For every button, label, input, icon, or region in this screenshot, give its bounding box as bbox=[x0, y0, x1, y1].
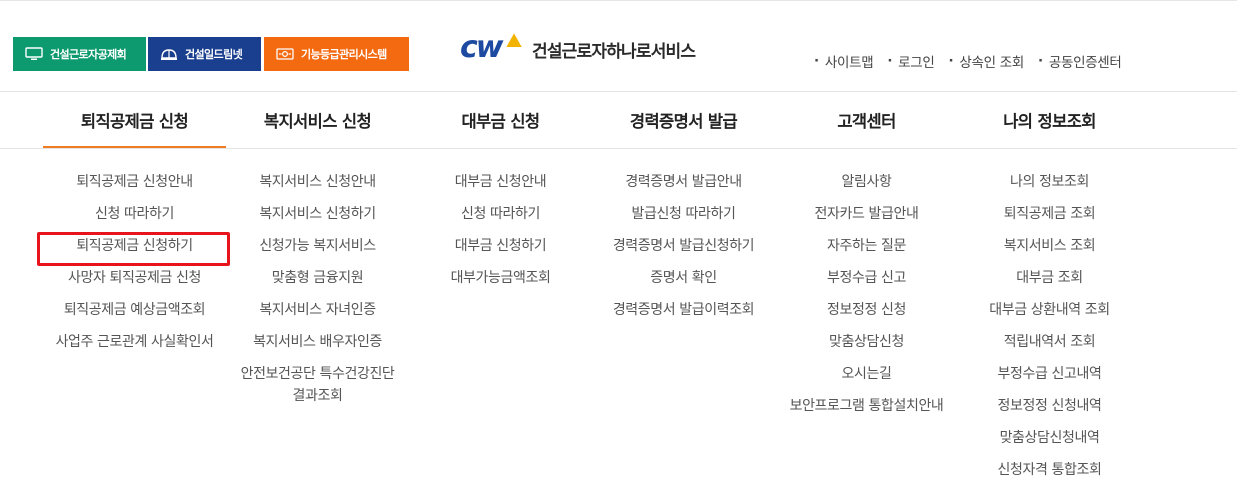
submenu-item[interactable]: 맞춤상담신청내역 bbox=[1000, 426, 1100, 458]
submenu-loan: 대부금 신청안내 신청 따라하기 대부금 신청하기 대부가능금액조회 bbox=[409, 170, 592, 298]
submenu-item-line: 결과조회 bbox=[292, 388, 343, 404]
top-border bbox=[0, 0, 1237, 3]
submenu-item[interactable]: 적립내역서 조회 bbox=[1004, 330, 1096, 362]
submenu-item[interactable]: 복지서비스 조회 bbox=[1004, 234, 1096, 266]
submenu-item[interactable]: 복지서비스 신청안내 bbox=[259, 170, 376, 202]
submenu-item[interactable]: 경력증명서 발급신청하기 bbox=[613, 234, 755, 266]
cert-center-link[interactable]: 공동인증센터 bbox=[1038, 51, 1122, 71]
monitor-icon bbox=[25, 47, 43, 61]
submenu-item[interactable]: 맞춤상담신청 bbox=[829, 330, 904, 362]
submenu-item[interactable]: 복지서비스 배우자인증 bbox=[253, 330, 382, 362]
submenu-item[interactable]: 안전보건공단 특수건강진단 결과조회 bbox=[241, 362, 395, 407]
submenu-item[interactable]: 정보정정 신청내역 bbox=[998, 394, 1102, 426]
gnb-career[interactable]: 경력증명서 발급 bbox=[592, 92, 775, 148]
submenu-item[interactable]: 대부금 신청하기 bbox=[455, 234, 547, 266]
submenu-item[interactable]: 퇴직공제금 조회 bbox=[1004, 202, 1096, 234]
submenu-item[interactable]: 부정수급 신고내역 bbox=[998, 362, 1102, 394]
login-link[interactable]: 로그인 bbox=[887, 51, 935, 71]
submenu-item[interactable]: 신청 따라하기 bbox=[95, 202, 174, 234]
submenu-item[interactable]: 맞춤형 금융지원 bbox=[272, 266, 364, 298]
submenu-item[interactable]: 복지서비스 자녀인증 bbox=[259, 298, 376, 330]
submenu-item[interactable]: 퇴직공제금 신청안내 bbox=[76, 170, 193, 202]
submenu-item[interactable]: 사망자 퇴직공제금 신청 bbox=[68, 266, 201, 298]
submenu-career: 경력증명서 발급안내 발급신청 따라하기 경력증명서 발급신청하기 증명서 확인… bbox=[592, 170, 775, 330]
submenu-item[interactable]: 신청가능 복지서비스 bbox=[259, 234, 376, 266]
logo-text: 건설근로자하나로서비스 bbox=[532, 41, 696, 62]
heir-lookup-link[interactable]: 상속인 조회 bbox=[949, 51, 1024, 71]
submenu-myinfo: 나의 정보조회 퇴직공제금 조회 복지서비스 조회 대부금 조회 대부금 상환내… bbox=[958, 170, 1141, 490]
submenu-welfare: 복지서비스 신청안내 복지서비스 신청하기 신청가능 복지서비스 맞춤형 금융지… bbox=[226, 170, 409, 407]
submenu-item[interactable]: 오시는길 bbox=[842, 362, 892, 394]
submenu-item[interactable]: 나의 정보조회 bbox=[1010, 170, 1089, 202]
gnb-welfare[interactable]: 복지서비스 신청 bbox=[226, 92, 409, 148]
skill-grade-site-label: 기능등급관리시스템 bbox=[301, 48, 387, 61]
gnb-support[interactable]: 고객센터 bbox=[775, 92, 958, 148]
sitemap-link[interactable]: 사이트맵 bbox=[814, 51, 874, 71]
submenu-item[interactable]: 전자카드 발급안내 bbox=[815, 202, 919, 234]
submenu-item[interactable]: 경력증명서 발급이력조회 bbox=[613, 298, 755, 330]
utility-links: 사이트맵 로그인 상속인 조회 공동인증센터 bbox=[814, 51, 1136, 71]
certificate-icon bbox=[276, 47, 294, 61]
submenu-item[interactable]: 부정수급 신고 bbox=[827, 266, 906, 298]
submenu-item[interactable]: 증명서 확인 bbox=[650, 266, 717, 298]
submenu-support: 알림사항 전자카드 발급안내 자주하는 질문 부정수급 신고 정보정정 신청 맞… bbox=[775, 170, 958, 426]
submenu-item[interactable]: 대부가능금액조회 bbox=[451, 266, 551, 298]
submenu-item[interactable]: 신청 따라하기 bbox=[461, 202, 540, 234]
submenu-item-line: 안전보건공단 특수건강진단 bbox=[240, 366, 395, 382]
submenu-item[interactable]: 대부금 신청안내 bbox=[455, 170, 547, 202]
ildreamnet-site-label: 건설일드림넷 bbox=[185, 48, 243, 61]
submenu-retirement: 퇴직공제금 신청안내 신청 따라하기 퇴직공제금 신청하기 사망자 퇴직공제금 … bbox=[43, 170, 226, 362]
kcwc-site-button[interactable]: 건설근로자공제회 bbox=[13, 37, 146, 71]
submenu-item[interactable]: 사업주 근로관계 사실확인서 bbox=[56, 330, 214, 362]
submenu-item[interactable]: 보안프로그램 통합설치안내 bbox=[790, 394, 944, 426]
ildreamnet-site-button[interactable]: 건설일드림넷 bbox=[148, 37, 261, 71]
submenu-item[interactable]: 자주하는 질문 bbox=[827, 234, 906, 266]
submenu-item[interactable]: 정보정정 신청 bbox=[827, 298, 906, 330]
submenu-item[interactable]: 대부금 상환내역 조회 bbox=[989, 298, 1110, 330]
submenu-item[interactable]: 신청자격 통합조회 bbox=[998, 458, 1102, 490]
highlight-box bbox=[37, 232, 230, 266]
gnb-divider bbox=[0, 148, 1237, 149]
hardhat-icon bbox=[160, 47, 178, 61]
gnb-loan[interactable]: 대부금 신청 bbox=[409, 92, 592, 148]
submenu-item[interactable]: 복지서비스 신청하기 bbox=[259, 202, 376, 234]
svg-text:cw: cw bbox=[460, 32, 504, 62]
skill-grade-site-button[interactable]: 기능등급관리시스템 bbox=[264, 37, 409, 71]
site-logo[interactable]: cw 건설근로자하나로서비스 bbox=[460, 30, 696, 64]
gnb-myinfo[interactable]: 나의 정보조회 bbox=[958, 92, 1141, 148]
kcwc-site-label: 건설근로자공제회 bbox=[50, 48, 127, 61]
submenu-item[interactable]: 대부금 조회 bbox=[1016, 266, 1083, 298]
gnb-retirement[interactable]: 퇴직공제금 신청 bbox=[43, 92, 226, 148]
submenu-item[interactable]: 발급신청 따라하기 bbox=[632, 202, 736, 234]
submenu-item[interactable]: 경력증명서 발급안내 bbox=[625, 170, 742, 202]
submenu-item[interactable]: 알림사항 bbox=[842, 170, 892, 202]
submenu-item[interactable]: 퇴직공제금 예상금액조회 bbox=[64, 298, 206, 330]
